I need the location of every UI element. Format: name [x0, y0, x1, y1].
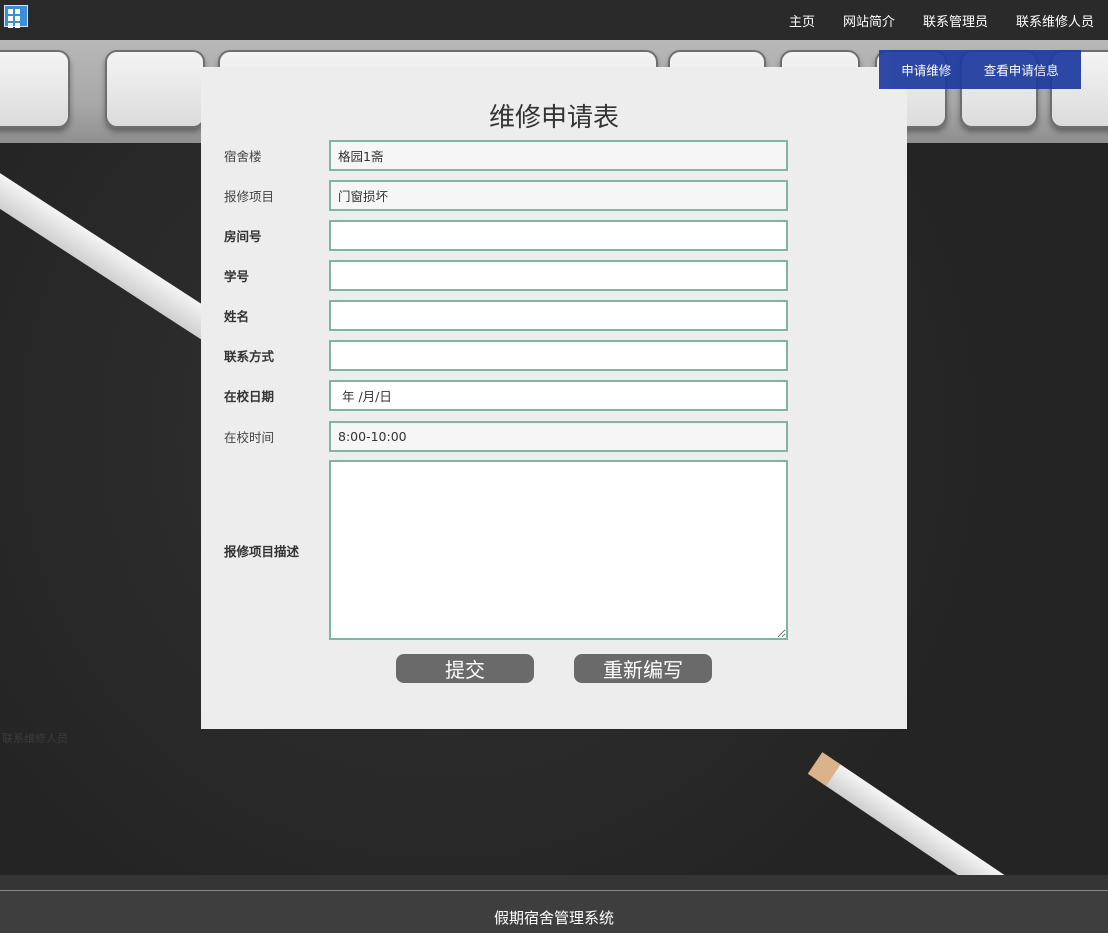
nav-about-link[interactable]: 网站简介 — [843, 11, 895, 30]
repair-item-field[interactable] — [329, 180, 788, 211]
background-faint-text: 联系维修人员 — [2, 732, 68, 745]
main-nav: 主页 网站简介 联系管理员 联系维修人员 — [789, 0, 1094, 40]
student-id-label: 学号 — [224, 269, 250, 284]
form-row-room: 房间号 — [201, 220, 907, 251]
date-field[interactable] — [329, 380, 788, 411]
submit-button[interactable]: 提交 — [396, 654, 534, 683]
form-row-description: 报修项目描述 — [201, 460, 907, 641]
form-row-time: 在校时间 — [201, 421, 907, 452]
nav-contact-admin-link[interactable]: 联系管理员 — [923, 11, 988, 30]
reset-button[interactable]: 重新编写 — [574, 654, 712, 683]
form-row-building: 宿舍楼 — [201, 140, 907, 171]
form-row-name: 姓名 — [201, 300, 907, 331]
form-row-student-id: 学号 — [201, 260, 907, 291]
student-id-field[interactable] — [329, 260, 788, 291]
date-label: 在校日期 — [224, 389, 275, 404]
form-title: 维修申请表 — [488, 103, 619, 133]
form-row-repair-item: 报修项目 — [201, 180, 907, 211]
subnav-view-applications-link[interactable]: 查看申请信息 — [984, 60, 1059, 79]
building-logo-icon[interactable] — [4, 5, 28, 28]
contact-field[interactable] — [329, 340, 788, 371]
room-number-field[interactable] — [329, 220, 788, 251]
name-field[interactable] — [329, 300, 788, 331]
room-number-label: 房间号 — [224, 229, 262, 244]
form-row-contact: 联系方式 — [201, 340, 907, 371]
repair-form-panel: 维修申请表 宿舍楼 报修项目 房间号 学号 姓名 联系方式 在校日期 在校时间 … — [201, 67, 907, 729]
form-row-date: 在校日期 — [201, 380, 907, 411]
description-textarea[interactable] — [329, 460, 788, 640]
subnav-apply-repair-link[interactable]: 申请维修 — [901, 60, 951, 79]
sub-nav: 申请维修 查看申请信息 — [879, 50, 1081, 89]
footer-text: 假期宿舍管理系统 — [493, 909, 614, 927]
time-field[interactable] — [329, 421, 788, 452]
time-label: 在校时间 — [224, 430, 275, 445]
description-label: 报修项目描述 — [224, 544, 300, 559]
repair-item-label: 报修项目 — [224, 189, 275, 204]
footer-divider — [0, 890, 1108, 891]
contact-label: 联系方式 — [224, 349, 275, 364]
nav-home-link[interactable]: 主页 — [789, 11, 815, 30]
top-navbar: 主页 网站简介 联系管理员 联系维修人员 — [0, 0, 1108, 40]
building-field[interactable] — [329, 140, 788, 171]
nav-contact-repair-link[interactable]: 联系维修人员 — [1016, 11, 1094, 30]
building-label: 宿舍楼 — [224, 149, 262, 164]
name-label: 姓名 — [224, 309, 250, 324]
